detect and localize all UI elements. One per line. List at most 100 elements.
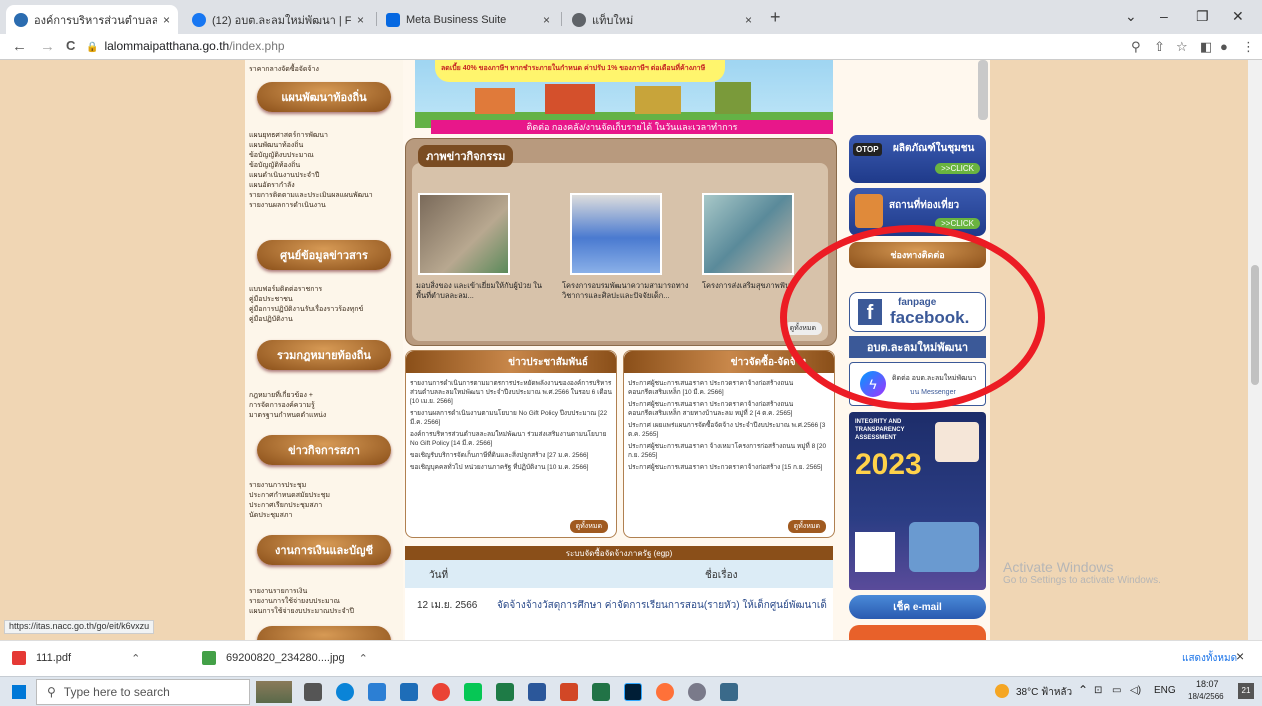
procurement-more-button[interactable]: ดูทั้งหมด (787, 520, 826, 533)
forward-button[interactable]: → (40, 38, 55, 55)
photoshop-icon[interactable] (624, 683, 642, 701)
ita-poster[interactable]: INTEGRITY AND TRANSPARENCY ASSESSMENT 20… (849, 412, 986, 590)
download-item[interactable]: 69200820_234280....jpg ⌃ (202, 651, 368, 665)
procurement-news-box: ข่าวจัดซื้อ-จัดจ้าง ประกาศผู้ชนะการเสนอร… (623, 350, 835, 538)
menu-icon[interactable]: ⋮ (1242, 39, 1255, 55)
gallery-photo[interactable] (418, 193, 510, 275)
language-indicator[interactable]: ENG (1154, 685, 1176, 696)
news-item[interactable]: องค์การบริหารส่วนตำบลละลมใหม่พัฒนา ร่วมส… (410, 430, 612, 448)
word-icon[interactable] (528, 683, 546, 701)
edge-icon[interactable] (336, 683, 354, 701)
news-item[interactable]: ประกาศผู้ชนะการเสนอราคา ประกวดราคาจ้างก่… (628, 463, 830, 472)
zoom-icon[interactable]: ⚲ (1131, 39, 1141, 55)
windows-start-icon[interactable] (12, 685, 26, 699)
tab-meta-business[interactable]: Meta Business Suite × (378, 5, 558, 34)
new-tab-button[interactable]: + (770, 7, 781, 28)
close-tab-icon[interactable]: × (163, 13, 170, 27)
section-more[interactable] (257, 626, 391, 640)
gallery-photo[interactable] (702, 193, 794, 275)
chrome-icon[interactable] (432, 683, 450, 701)
news-item[interactable]: ประกาศ เผยแพร่แผนการจัดซื้อจัดจ้าง ประจำ… (628, 421, 830, 439)
news-item[interactable]: รายงานผลการดำเนินงานตามนโยบาย No Gift Po… (410, 409, 612, 427)
close-window-button[interactable]: ✕ (1232, 8, 1244, 25)
reload-button[interactable]: C (66, 38, 75, 53)
maximize-button[interactable]: ❐ (1196, 8, 1209, 25)
pr-more-button[interactable]: ดูทั้งหมด (569, 520, 608, 533)
news-widget-icon[interactable] (256, 681, 292, 703)
section-plans[interactable]: แผนพัฒนาท้องถิ่น (257, 82, 391, 112)
otop-banner[interactable]: OTOP ผลิตภัณฑ์ในชุมชน >>CLICK (849, 135, 986, 183)
close-tab-icon[interactable]: × (357, 13, 364, 27)
weather-text[interactable]: 38°C ฟ้าหลัว (1016, 685, 1072, 700)
store-icon[interactable] (368, 683, 386, 701)
left-link[interactable]: รายงานผลการดำเนินงาน (249, 200, 326, 211)
news-item[interactable]: รายงานการดำเนินการตามมาตรการประหยัดพลังง… (410, 379, 612, 406)
close-tab-icon[interactable]: × (745, 13, 752, 27)
section-local-law[interactable]: รวมกฎหมายท้องถิ่น (257, 340, 391, 370)
news-item[interactable]: ขอเชิญบุคคลทั่วไป หน่วยงานภาครัฐ ที่ปฏิบ… (410, 463, 612, 472)
close-tab-icon[interactable]: × (543, 13, 550, 27)
app-icon[interactable] (688, 683, 706, 701)
tax-banner[interactable]: ลดเบี้ย 40% ของภาษีฯ หากชำระภายในกำหนด ค… (415, 60, 833, 128)
tab-facebook[interactable]: (12) อบต.ละลมใหม่พัฒนา | Faceboo × (184, 5, 372, 34)
left-menu: ราคากลางจัดซื้อจัดจ้าง แผนพัฒนาท้องถิ่น … (245, 60, 403, 640)
calculator-icon[interactable] (496, 683, 514, 701)
section-council-news[interactable]: ข่าวกิจการสภา (257, 435, 391, 465)
tab-new-tab[interactable]: แท็บใหม่ × (564, 5, 760, 34)
sidepanel-icon[interactable]: ◧ (1200, 39, 1212, 55)
profile-icon[interactable]: ● (1220, 39, 1228, 54)
taskbar-search[interactable]: ⚲ Type here to search (36, 679, 250, 705)
orange-button[interactable] (849, 625, 986, 640)
table-row[interactable]: 12 เม.ย. 2566 จัดจ้างจ้างวัสดุการศึกษา ค… (405, 590, 833, 618)
tray-chevron-icon[interactable]: ⌃ (1078, 683, 1088, 697)
show-all-downloads[interactable]: แสดงทั้งหมด (1182, 651, 1237, 666)
volume-icon[interactable]: ◁) (1130, 685, 1141, 696)
lock-icon[interactable]: 🔒 (86, 42, 98, 53)
back-button[interactable]: ← (12, 38, 27, 55)
gallery-photo[interactable] (570, 193, 662, 275)
notification-badge[interactable]: 21 (1238, 683, 1254, 699)
excel-icon[interactable] (592, 683, 610, 701)
task-view-icon[interactable] (304, 683, 322, 701)
battery-icon[interactable]: ▭ (1112, 685, 1121, 696)
news-item[interactable]: ขอเชิญรับบริการจัดเก็บภาษีที่ดินและสิ่งป… (410, 451, 612, 460)
check-email-button[interactable]: เช็ค e-mail (849, 595, 986, 619)
download-item[interactable]: 111.pdf ⌃ (12, 651, 140, 665)
page-scrollbar[interactable] (1248, 60, 1262, 640)
news-item[interactable]: ประกาศผู้ชนะการเสนอราคา จ้างเหมาโครงการก… (628, 442, 830, 460)
share-icon[interactable]: ⇧ (1154, 39, 1165, 55)
news-item[interactable]: ประกาศผู้ชนะการเสนอราคา ประกวดราคาจ้างก่… (628, 379, 830, 397)
otop-click[interactable]: >>CLICK (935, 163, 980, 174)
bookmark-star-icon[interactable]: ☆ (1176, 39, 1188, 55)
left-link[interactable]: มาตรฐานกำหนดตำแหน่ง (249, 410, 326, 421)
section-finance[interactable]: งานการเงินและบัญชี (257, 535, 391, 565)
meta-favicon-icon (386, 12, 400, 27)
minimize-button[interactable]: – (1160, 8, 1168, 24)
news-item[interactable]: ประกาศผู้ชนะการเสนอราคา ประกวดราคาจ้างก่… (628, 400, 830, 418)
egp-subject[interactable]: จัดจ้างจ้างวัสดุการศึกษา ค่าจัดการเรียนก… (497, 598, 827, 613)
left-link[interactable]: นัดประชุมสภา (249, 510, 292, 521)
tab-search-icon[interactable]: ⌄ (1125, 8, 1137, 25)
section-info-center[interactable]: ศูนย์ข้อมูลข่าวสาร (257, 240, 391, 270)
app-icon[interactable] (720, 683, 738, 701)
inner-scroll-thumb[interactable] (978, 60, 988, 120)
line-icon[interactable] (464, 683, 482, 701)
tab-lalommai[interactable]: องค์การบริหารส่วนตำบลละลมใหม่พัฒ × (6, 5, 178, 34)
left-link[interactable]: คู่มือปฏิบัติงาน (249, 314, 293, 325)
powerpoint-icon[interactable] (560, 683, 578, 701)
clock-date[interactable]: 18/4/2566 (1188, 692, 1224, 701)
mail-icon[interactable] (400, 683, 418, 701)
left-link[interactable]: แผนการใช้จ่ายงบประมาณประจำปี (249, 606, 354, 617)
activity-gallery: มอบสิ่งของ และเข้าเยี่ยมให้กับผู้ป่วย ใน… (405, 138, 837, 346)
clock-time[interactable]: 18:07 (1196, 679, 1219, 689)
left-link[interactable]: ราคากลางจัดซื้อจัดจ้าง (249, 64, 319, 75)
gallery-caption[interactable]: โครงการอบรมพัฒนาความสามารถทางวิชาการและศ… (562, 281, 692, 301)
firefox-icon[interactable] (656, 683, 674, 701)
url-field[interactable]: 🔒 lalommaipatthana.go.th/index.php (86, 39, 285, 53)
contact-bar: ติดต่อ กองคลัง/งานจัดเก็บรายได้ ในวันและ… (431, 120, 833, 134)
close-downloads-icon[interactable]: × (1236, 648, 1244, 664)
gallery-caption[interactable]: มอบสิ่งของ และเข้าเยี่ยมให้กับผู้ป่วย ใน… (416, 281, 556, 301)
banner-text: ลดเบี้ย 40% ของภาษีฯ หากชำระภายในกำหนด ค… (435, 60, 725, 82)
status-url: https://itas.nacc.go.th/go/eit/k6vxzu (4, 620, 155, 634)
network-icon[interactable]: ⊡ (1094, 685, 1102, 696)
